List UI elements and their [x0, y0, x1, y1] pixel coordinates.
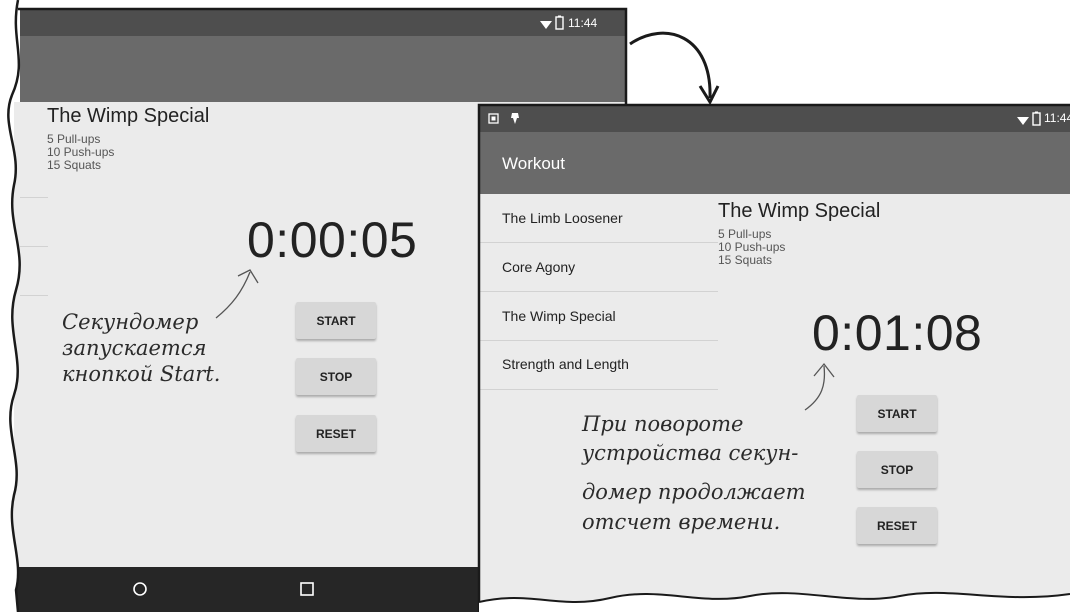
annotation-arrow: [215, 271, 251, 319]
screen-border: [477, 103, 1070, 612]
decorations: [0, 0, 1070, 612]
screen-border: [18, 7, 628, 106]
annotation-arrow: [804, 365, 826, 411]
torn-edge-left: [0, 0, 20, 612]
rotation-arrow: [629, 31, 712, 99]
